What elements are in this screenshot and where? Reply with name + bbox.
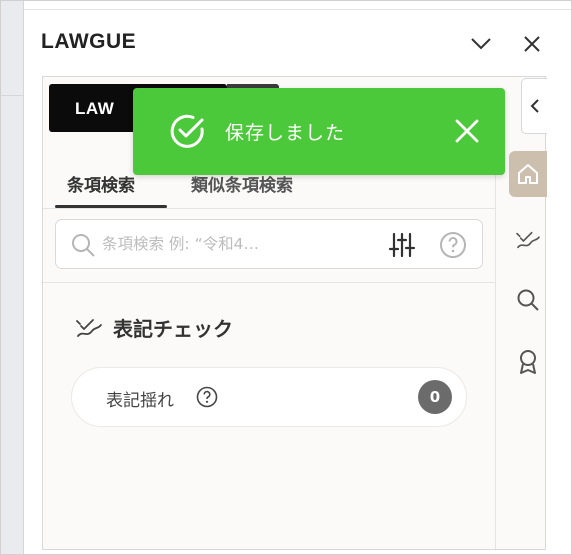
help-icon[interactable] [439, 231, 467, 259]
award-icon [520, 350, 536, 374]
panel-title: LAWGUE [41, 30, 137, 53]
rail-toggle-button[interactable] [521, 78, 547, 134]
background-left-panel [0, 0, 24, 555]
rail-search-button[interactable] [509, 277, 547, 323]
search-icon [517, 289, 539, 311]
notation-check-header: 表記チェック [75, 313, 233, 342]
lawgue-sidepanel: LAWGUE LAW 条項検索 類似条項検索 条項検索 例: “令和4… 表記チ… [24, 0, 572, 555]
home-icon [518, 164, 538, 184]
close-panel-button[interactable] [519, 31, 545, 57]
chevron-left-icon [530, 99, 539, 113]
chevron-down-icon [471, 38, 491, 50]
notation-variation-item[interactable]: 表記揺れ 0 [71, 367, 467, 427]
help-icon[interactable] [196, 386, 218, 408]
search-icon [72, 234, 95, 257]
active-tab-indicator [55, 205, 167, 208]
save-success-toast: 保存しました [133, 88, 505, 175]
tab-clause-search[interactable]: 条項検索 [67, 171, 135, 196]
rail-notation-check-button[interactable] [509, 217, 547, 263]
notation-check-title: 表記チェック [113, 317, 233, 341]
notation-variation-label: 表記揺れ [106, 391, 174, 411]
check-circle-icon [170, 114, 204, 148]
close-icon [455, 119, 479, 143]
rail-home-button[interactable] [509, 151, 547, 197]
filter-sliders-icon[interactable] [388, 231, 416, 259]
collapse-panel-button[interactable] [468, 31, 494, 57]
toast-message: 保存しました [225, 122, 346, 144]
rail-award-button[interactable] [509, 339, 547, 385]
close-icon [524, 36, 540, 52]
notation-check-icon [76, 318, 102, 337]
clause-search-input[interactable] [102, 231, 327, 257]
toast-close-button[interactable] [453, 117, 481, 145]
count-badge: 0 [418, 380, 452, 414]
notation-check-icon [516, 231, 540, 249]
clause-search-box [55, 219, 483, 269]
